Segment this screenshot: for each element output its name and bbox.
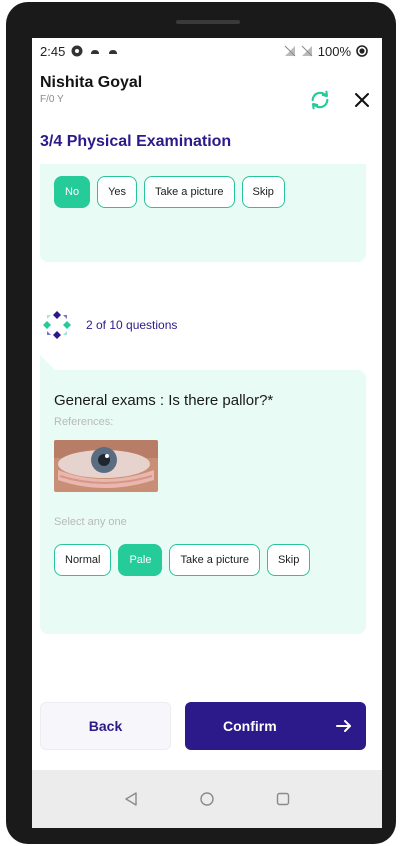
option-skip[interactable]: Skip (241, 176, 285, 208)
status-bar: 2:45 100% (32, 38, 382, 64)
card-notch (40, 355, 56, 371)
cloud-icon-2 (109, 50, 118, 54)
option-pale[interactable]: Pale (118, 544, 163, 576)
option-yes[interactable]: Yes (97, 176, 138, 208)
previous-question-options: No Yes Take a picture Skip (54, 176, 285, 208)
speaker-grille (176, 20, 240, 24)
battery-icon (356, 45, 368, 57)
assistant-progress: 2 of 10 questions (42, 310, 177, 340)
question-progress: 2 of 10 questions (86, 318, 178, 332)
references-label: References: (54, 416, 114, 428)
assistant-logo-icon (43, 311, 71, 339)
triangle-back-icon (125, 792, 137, 806)
circle-home-icon (200, 792, 214, 806)
app-screen: 2:45 100% Nishita Goyal F/0 Y 3/4 Physic… (32, 38, 382, 828)
cloud-icon (91, 50, 100, 54)
option-take-picture[interactable]: Take a picture (144, 176, 235, 208)
nav-back-button[interactable] (121, 789, 141, 809)
option-no[interactable]: No (54, 176, 91, 208)
nav-recents-button[interactable] (273, 789, 293, 809)
option-skip[interactable]: Skip (266, 544, 311, 576)
current-question-options: Normal Pale Take a picture Skip (54, 544, 311, 576)
back-button[interactable]: Back (40, 702, 171, 750)
select-hint: Select any one (54, 516, 127, 528)
section-title: 3/4 Physical Examination (40, 133, 232, 150)
sync-button[interactable] (308, 88, 332, 112)
close-icon (355, 93, 369, 107)
notification-app-icon (71, 45, 83, 57)
phone-frame: 2:45 100% Nishita Goyal F/0 Y 3/4 Physic… (6, 2, 396, 844)
arrow-right-icon (336, 720, 351, 732)
option-take-picture[interactable]: Take a picture (169, 544, 260, 576)
eye-pallor-reference-image[interactable] (54, 440, 158, 492)
no-signal-icon (284, 45, 296, 57)
question-text: General exams : Is there pallor?* (54, 392, 274, 409)
footer-actions: Back Confirm (40, 702, 366, 750)
sync-icon (311, 90, 329, 110)
patient-header: Nishita Goyal F/0 Y (32, 74, 382, 124)
no-signal-icon-2 (301, 45, 313, 57)
close-button[interactable] (350, 88, 374, 112)
battery-level: 100% (317, 43, 351, 59)
current-question-card: General exams : Is there pallor?* Refere… (40, 370, 366, 634)
confirm-button[interactable]: Confirm (185, 702, 366, 750)
previous-question-card: No Yes Take a picture Skip (40, 164, 366, 262)
system-nav-bar (32, 770, 382, 828)
confirm-button-label: Confirm (223, 718, 277, 734)
status-time: 2:45 (40, 43, 66, 59)
square-recents-icon (276, 792, 290, 806)
nav-home-button[interactable] (197, 789, 217, 809)
eye-photo (54, 440, 158, 492)
back-button-label: Back (88, 718, 123, 734)
option-normal[interactable]: Normal (54, 544, 112, 576)
